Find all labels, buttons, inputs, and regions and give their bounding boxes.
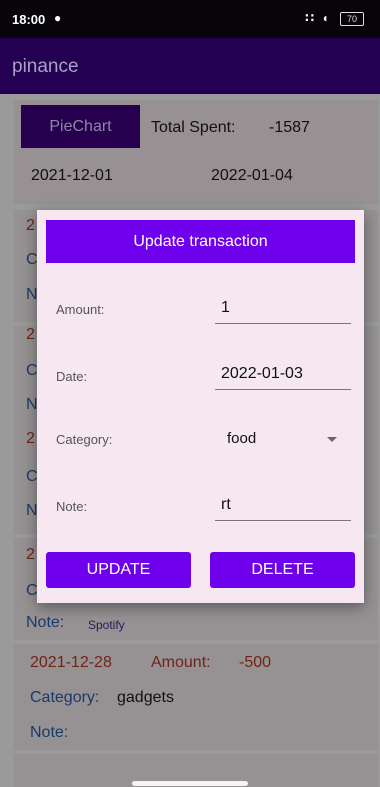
transaction-category-label: C [26,362,38,379]
app-bar: pinance [0,38,380,94]
transaction-note-value: Spotify [88,618,125,632]
home-indicator[interactable] [132,781,248,786]
update-transaction-dialog: Update transaction Amount: 1 Date: 2022-… [37,210,364,603]
transaction-category-label: Category: [30,689,100,706]
transaction-date: 2021-12-28 [30,654,112,671]
date-label: Date: [56,369,88,384]
transaction-date: 2 [26,546,35,563]
dialog-title: Update transaction [46,220,355,263]
transaction-note-label: N [26,286,38,303]
end-date[interactable]: 2022-01-04 [211,167,293,185]
chevron-down-icon[interactable] [327,437,337,442]
transaction-note-label: Note: [30,724,69,741]
start-date[interactable]: 2021-12-01 [31,167,113,185]
transaction-date: 2 [26,326,35,343]
transaction-date: 2 [26,217,35,234]
chat-bubble-icon: ● [54,11,62,25]
transaction-amount-label: Amount: [151,654,211,671]
status-bar: 18:00 ● ∶∶ ◖ 70 [0,0,380,38]
transaction-note-label: Note: [26,614,65,631]
category-select[interactable]: food [227,430,256,447]
note-field[interactable]: rt [215,496,351,521]
total-spent-value: -1587 [269,119,310,136]
amount-field[interactable]: 1 [215,299,351,324]
update-button[interactable]: UPDATE [46,552,191,588]
transaction-category-label: C [26,582,38,599]
battery-icon: 70 [340,12,364,26]
delete-button[interactable]: DELETE [210,552,355,588]
category-label: Category: [56,432,113,447]
transaction-category-label: C [26,251,38,268]
list-item[interactable]: 2021-12-28 Amount: -500 Category: gadget… [14,644,378,750]
transaction-amount: -500 [239,654,272,671]
transaction-category: gadgets [117,689,174,706]
app-title: pinance [12,56,79,77]
signal-wifi-icon: ∶∶ ◖ [305,11,331,25]
pie-chart-button[interactable]: PieChart [21,105,140,148]
transaction-note-label: N [26,396,38,413]
amount-label: Amount: [56,302,105,317]
status-time: 18:00 [12,12,46,27]
total-spent-label: Total Spent: [151,119,236,136]
note-label: Note: [56,499,88,514]
transaction-note-label: N [26,502,38,519]
transaction-category-label: C [26,468,38,485]
date-field[interactable]: 2022-01-03 [215,365,351,390]
transaction-date: 2 [26,430,35,447]
